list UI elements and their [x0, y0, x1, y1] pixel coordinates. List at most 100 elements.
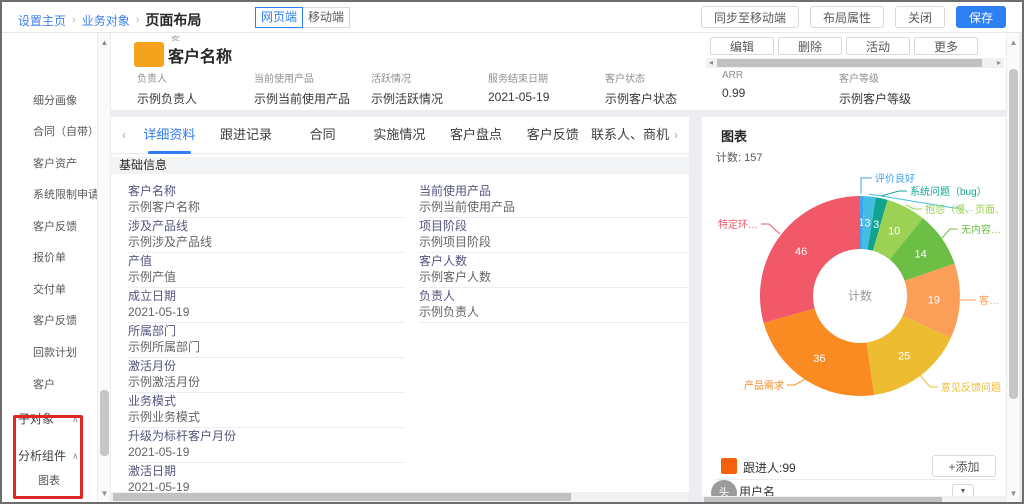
- hscrollbar-thumb[interactable]: [113, 493, 571, 501]
- topbar-button-布局属性[interactable]: 布局属性: [810, 6, 884, 28]
- tabs-scroll-right-icon[interactable]: ›: [669, 128, 683, 142]
- sidebar-item-合同（自带）[interactable]: 合同（自带）: [33, 125, 97, 139]
- view-mode-switcher: 网页端移动端: [255, 7, 350, 28]
- scroll-right-icon[interactable]: ▸: [994, 58, 1004, 68]
- label-leader-line: [787, 379, 805, 385]
- header-field-客户等级: 客户等级示例客户等级: [839, 70, 956, 107]
- topbar-button-同步至移动端[interactable]: 同步至移动端: [701, 6, 799, 28]
- sidebar-item-客户[interactable]: 客户: [33, 378, 97, 392]
- form-field-所属部门: 所属部门示例所属部门: [128, 324, 404, 358]
- record-button-编辑[interactable]: 编辑: [710, 37, 774, 55]
- field-label: 服务结束日期: [488, 70, 605, 85]
- scroll-down-icon[interactable]: ▼: [1007, 488, 1020, 500]
- sidebar-item-交付单[interactable]: 交付单: [33, 283, 97, 297]
- tab-联系人、商机[interactable]: 联系人、商机: [591, 117, 669, 154]
- slice-name-label: 客…: [979, 294, 999, 307]
- breadcrumb-item[interactable]: 业务对象: [82, 12, 130, 29]
- sidebar: 细分画像合同（自带）客户资产系统限制申请明细客户反馈报价单交付单客户反馈回款计划…: [2, 33, 97, 502]
- field-value: 示例项目阶段: [419, 235, 689, 250]
- scroll-down-icon[interactable]: ▼: [98, 488, 111, 500]
- sidebar-section-子对象[interactable]: 子对象∧: [18, 412, 90, 426]
- hscrollbar-thumb[interactable]: [704, 497, 942, 502]
- view-tab-网页端[interactable]: 网页端: [255, 7, 303, 28]
- section-title: 基础信息: [111, 157, 689, 174]
- form-field-产值: 产值示例产值: [128, 254, 404, 288]
- tabs-scroll-left-icon[interactable]: ‹: [117, 128, 131, 142]
- label-leader-line: [920, 375, 938, 387]
- form-field-项目阶段: 项目阶段示例项目阶段: [419, 219, 689, 253]
- clipped-text: 客: [171, 33, 180, 41]
- sidebar-scrollbar-thumb[interactable]: [100, 390, 109, 456]
- detail-hscrollbar: [111, 492, 689, 502]
- hscrollbar-thumb[interactable]: [717, 59, 982, 67]
- record-button-删除[interactable]: 删除: [778, 37, 842, 55]
- field-value: 示例负责人: [137, 90, 254, 107]
- detail-card: ‹详细资料跟进记录合同实施情况客户盘点客户反馈联系人、商机› 基础信息 客户名称…: [111, 117, 689, 502]
- slice-value-label: 25: [898, 350, 910, 362]
- record-button-更多[interactable]: 更多: [914, 37, 978, 55]
- breadcrumb-item[interactable]: 设置主页: [18, 12, 66, 29]
- record-title: 客户名称: [168, 43, 232, 67]
- slice-name-label: 系统问题（bug）: [910, 185, 987, 198]
- header-field-客户状态: 客户状态示例客户状态: [605, 70, 722, 107]
- scroll-up-icon[interactable]: ▲: [98, 37, 111, 49]
- slice-value-label: 19: [928, 295, 940, 307]
- sidebar-label: 客户反馈: [33, 315, 77, 327]
- field-label: 负责人: [137, 70, 254, 85]
- detail-tabs: ‹详细资料跟进记录合同实施情况客户盘点客户反馈联系人、商机›: [111, 117, 689, 154]
- form-left-column: 客户名称示例客户名称涉及产品线示例涉及产品线产值示例产值成立日期2021-05-…: [128, 184, 404, 499]
- field-label: 客户等级: [839, 70, 956, 85]
- record-button-活动[interactable]: 活动: [846, 37, 910, 55]
- scroll-up-icon[interactable]: ▲: [1007, 37, 1020, 49]
- tab-详细资料[interactable]: 详细资料: [131, 117, 208, 154]
- field-label: 活跃情况: [371, 70, 488, 85]
- collapse-caret-icon: ∧: [72, 449, 79, 463]
- add-follower-button[interactable]: +添加: [932, 455, 996, 477]
- topbar-actions: 同步至移动端布局属性关闭保存: [701, 6, 1006, 28]
- field-value: 示例涉及产品线: [128, 235, 404, 250]
- scroll-left-icon[interactable]: ◂: [706, 58, 716, 68]
- sidebar-item-报价单[interactable]: 报价单: [33, 251, 97, 265]
- field-label: 升级为标杆客户月份: [128, 429, 404, 443]
- field-label: 成立日期: [128, 289, 404, 303]
- form-right-column: 当前使用产品示例当前使用产品项目阶段示例项目阶段客户人数示例客户人数负责人示例负…: [419, 184, 689, 324]
- sidebar-item-系统限制申请明细[interactable]: 系统限制申请明细: [33, 188, 97, 202]
- sidebar-item-客户资产[interactable]: 客户资产: [33, 157, 97, 171]
- sidebar-item-细分画像[interactable]: 细分画像: [33, 94, 97, 108]
- tab-跟进记录[interactable]: 跟进记录: [208, 117, 285, 154]
- pie-slice-特定环…[interactable]: [760, 196, 860, 323]
- form-field-客户人数: 客户人数示例客户人数: [419, 254, 689, 288]
- sidebar-label: 分析组件: [18, 449, 66, 463]
- field-label: 所属部门: [128, 324, 404, 338]
- label-leader-line: [942, 229, 958, 238]
- sidebar-item-客户反馈[interactable]: 客户反馈: [33, 314, 97, 328]
- field-label: 当前使用产品: [419, 184, 689, 198]
- view-tab-移动端[interactable]: 移动端: [302, 7, 350, 28]
- field-label: 激活日期: [128, 464, 404, 478]
- record-actions: 编辑删除活动更多: [710, 37, 978, 55]
- topbar-button-关闭[interactable]: 关闭: [895, 6, 945, 28]
- form-field-涉及产品线: 涉及产品线示例涉及产品线: [128, 219, 404, 253]
- topbar-button-保存[interactable]: 保存: [956, 6, 1006, 28]
- sidebar-label: 回款计划: [33, 347, 77, 359]
- slice-name-label: 评价良好: [875, 172, 915, 185]
- main-scrollbar-thumb[interactable]: [1009, 69, 1018, 399]
- label-leader-line: [761, 224, 780, 234]
- tab-客户盘点[interactable]: 客户盘点: [438, 117, 515, 154]
- field-value: 示例当前使用产品: [254, 90, 371, 107]
- slice-name-label: 无内容…: [961, 223, 1001, 236]
- sidebar-item-回款计划[interactable]: 回款计划: [33, 346, 97, 360]
- field-value: 2021-05-19: [128, 305, 404, 320]
- sidebar-label: 子对象: [18, 412, 54, 426]
- tab-合同[interactable]: 合同: [284, 117, 361, 154]
- breadcrumb-separator: ›: [72, 14, 76, 26]
- sidebar-section-分析组件[interactable]: 分析组件 ∧: [18, 449, 90, 463]
- main-scrollbar: ▲ ▼: [1006, 33, 1019, 502]
- tab-实施情况[interactable]: 实施情况: [361, 117, 438, 154]
- field-value: 示例当前使用产品: [419, 200, 689, 215]
- tab-客户反馈[interactable]: 客户反馈: [514, 117, 591, 154]
- form-field-成立日期: 成立日期 2021-05-19: [128, 289, 404, 323]
- sidebar-item-客户反馈[interactable]: 客户反馈: [33, 220, 97, 234]
- field-value: 示例活跃情况: [371, 90, 488, 107]
- sidebar-item-图表[interactable]: 图表: [38, 474, 97, 488]
